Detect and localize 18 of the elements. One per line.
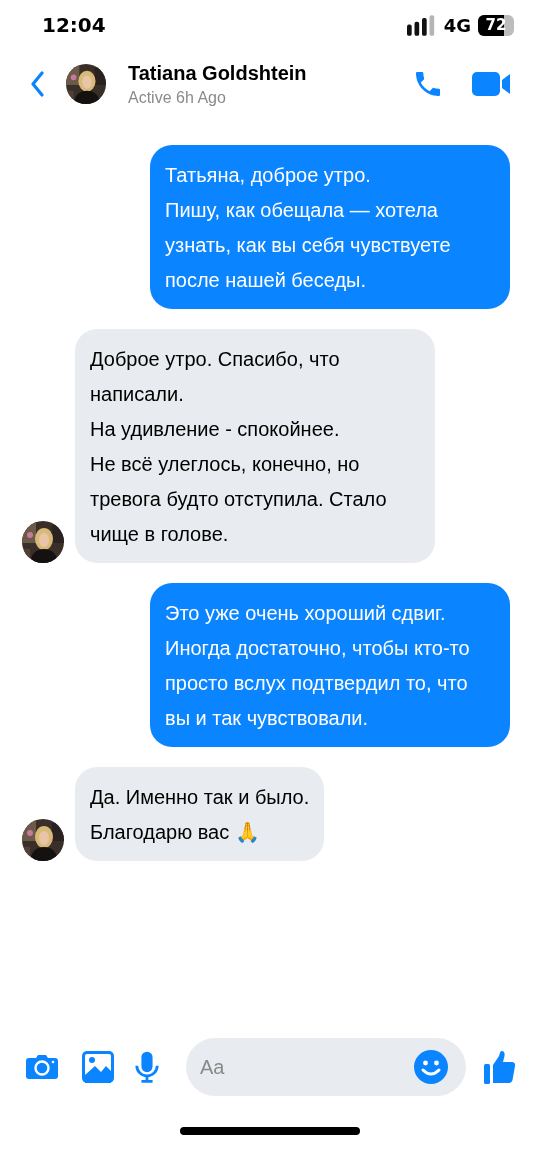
back-icon[interactable] <box>30 71 44 97</box>
contact-name: Tatiana Goldshtein <box>128 61 308 85</box>
video-camera-icon[interactable] <box>472 71 512 97</box>
network-label: 4G <box>443 14 471 36</box>
received-message: Да. Именно так и было. Благодарю вас 🙏 <box>75 767 325 861</box>
signal-icon <box>406 14 437 36</box>
microphone-icon[interactable] <box>134 1050 160 1084</box>
emoji-icon[interactable] <box>414 1050 448 1084</box>
received-message: Доброе утро. Спасибо, что написали. На удивление - спокойнее. Не всё улеглось, конечно, но тревога будто отступила. Стало чище в голове. <box>75 329 435 563</box>
sent-message: Татьяна, доброе утро. Пишу, как обещала — хотела узнать, как вы себя чувствуете после нашей беседы. <box>150 145 510 309</box>
thumbs-up-icon[interactable] <box>484 1050 516 1084</box>
sent-message: Это уже очень хороший сдвиг. Иногда достаточно, чтобы кто-то просто вслух подтвердил то, что вы и так чувствовали. <box>150 583 510 747</box>
status-time: 12:04 <box>42 13 106 37</box>
image-icon[interactable] <box>82 1051 114 1083</box>
active-status: Active 6h Ago <box>128 88 227 107</box>
camera-icon[interactable] <box>26 1053 58 1081</box>
message-input[interactable]: Aa <box>200 1055 414 1079</box>
message-field[interactable]: Aa <box>186 1038 466 1096</box>
